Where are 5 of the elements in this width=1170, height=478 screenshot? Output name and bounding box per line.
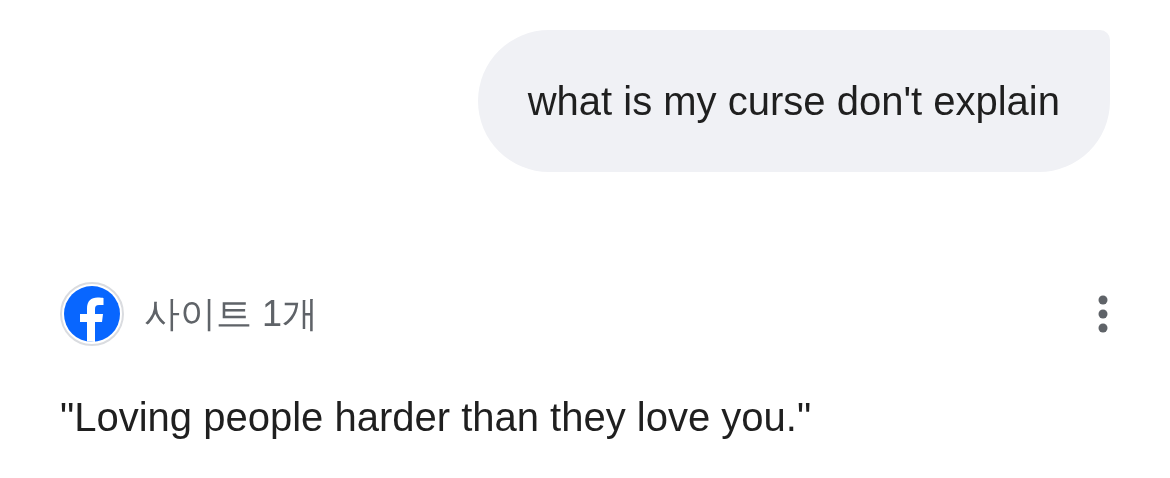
- sources-label[interactable]: 사이트 1개: [144, 289, 319, 339]
- facebook-icon[interactable]: [60, 282, 124, 346]
- more-options-icon[interactable]: [1096, 294, 1110, 334]
- user-message: what is my curse don't explain: [477, 30, 1110, 172]
- answer-text: "Loving people harder than they love you.": [60, 394, 813, 440]
